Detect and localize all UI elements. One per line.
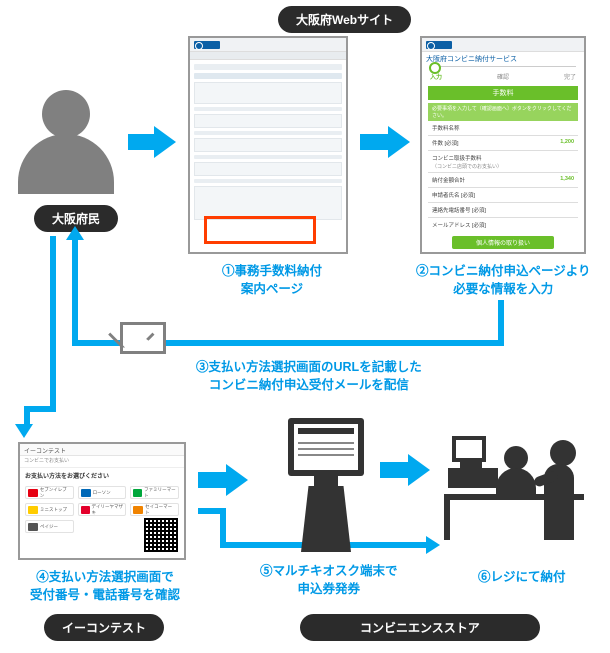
screenshot-step4: イーコンテスト コンビニでお支払い お支払い方法をお選びください セブンイレブン… (18, 442, 186, 560)
flow-diagram: 大阪府Webサイト 大阪府民 (0, 0, 610, 653)
kiosk-icon (288, 418, 364, 552)
qr-code (144, 518, 178, 552)
header-econtext: イーコンテスト (44, 614, 164, 641)
screenshot-step1 (188, 36, 348, 254)
highlight-box (204, 216, 316, 244)
caption-step2: ②コンビニ納付申込ページより 必要な情報を入力 (416, 262, 591, 298)
envelope-icon (120, 322, 166, 354)
register-icon (448, 432, 588, 552)
caption-step1: ①事務手数料納付 案内ページ (222, 262, 322, 298)
caption-step3: ③支払い方法選択画面のURLを記載した コンビニ納付申込受付メールを配信 (196, 358, 422, 394)
citizen-figure (18, 90, 114, 194)
screenshot-step2: 大阪府コンビニ納付サービス 入力 確認 完了 手数料 必要事項を入力して〔確認画… (420, 36, 586, 254)
caption-step5: ⑤マルチキオスク端末で 申込券発券 (260, 562, 398, 598)
caption-step4: ④支払い方法選択画面で 受付番号・電話番号を確認 (30, 568, 180, 604)
header-osaka-website: 大阪府Webサイト (278, 6, 411, 33)
caption-step6: ⑥レジにて納付 (478, 568, 566, 586)
header-convenience-store: コンビニエンスストア (300, 614, 540, 641)
